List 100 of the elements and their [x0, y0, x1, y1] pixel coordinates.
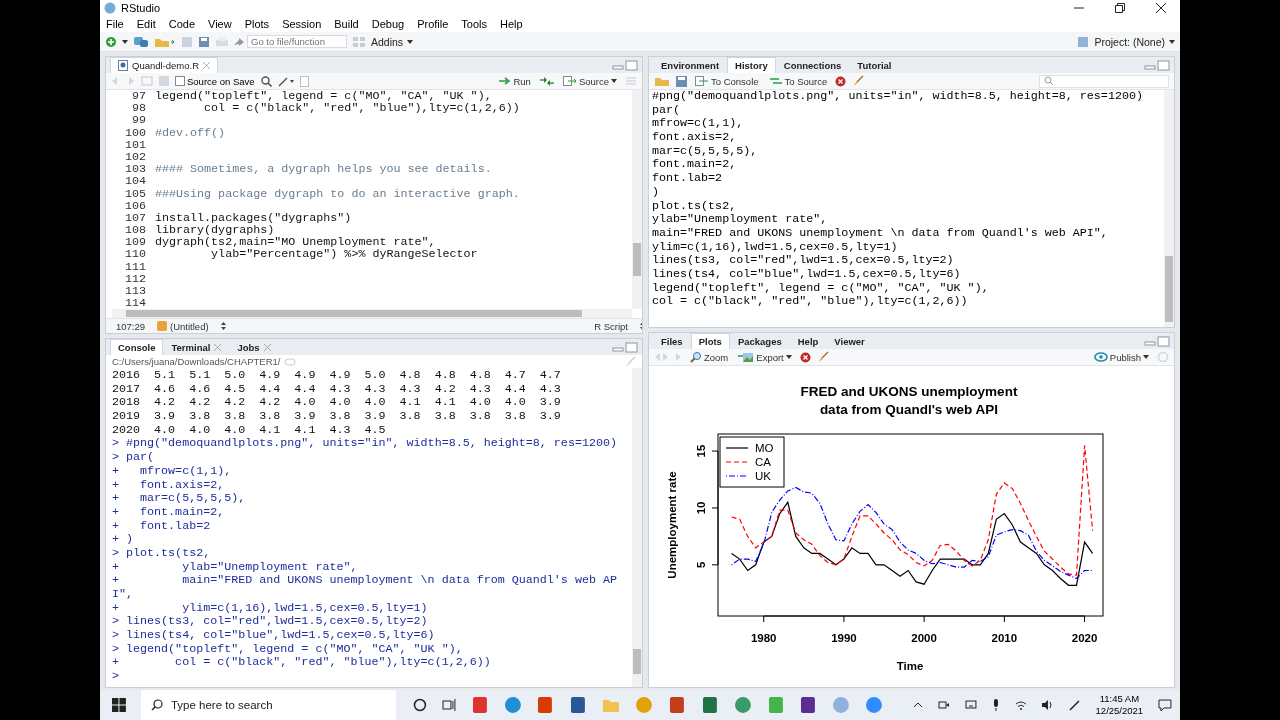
history-entry[interactable]: plot.ts(ts2,	[652, 199, 737, 214]
save-icon	[181, 35, 193, 48]
menu-item[interactable]: Help	[500, 18, 523, 30]
y-tick-label: 15	[695, 444, 707, 458]
close-icon[interactable]	[1156, 3, 1166, 13]
broom-icon[interactable]	[852, 75, 865, 87]
to-source-button[interactable]: To Source	[766, 75, 830, 87]
file-type-selector[interactable]: R Script	[594, 320, 628, 332]
to-console-button[interactable]: To Console	[693, 75, 761, 87]
menu-item[interactable]: Edit	[136, 18, 156, 30]
menu-item[interactable]: Profile	[417, 18, 449, 30]
menu-item[interactable]: Tools	[461, 18, 488, 30]
pane-tab[interactable]: Help	[789, 333, 827, 349]
checkbox[interactable]	[175, 76, 185, 86]
search-field[interactable]	[1039, 74, 1169, 88]
history-entry[interactable]: font.axis=2,	[652, 131, 737, 145]
pane-tab[interactable]: Viewer	[826, 333, 873, 349]
pen-icon[interactable]	[1068, 699, 1081, 711]
restore-icon[interactable]	[1115, 3, 1125, 13]
console-tab[interactable]: Terminal	[163, 339, 230, 355]
history-entry[interactable]: #png("demoquandlplots.png", units="in", width=8.5, height=8, res=1200)	[652, 90, 1143, 104]
code-line: #### Sometimes, a dygraph helps you see details.	[155, 163, 492, 176]
pane-size-icon[interactable]	[612, 59, 638, 71]
scrollbar[interactable]	[1164, 90, 1174, 327]
history-entry[interactable]: par(	[652, 103, 681, 118]
console-tab[interactable]: Console	[110, 339, 164, 355]
console-line: > lines(ts3, col="red",lwd=1.5,cex=0.5,lty=2)	[112, 615, 428, 630]
menu-item[interactable]: Code	[168, 18, 195, 30]
scrollbar[interactable]	[632, 90, 642, 309]
checkbox-label[interactable]: Source on Save	[187, 75, 255, 87]
notification-icon[interactable]	[1158, 699, 1173, 711]
speaker-icon[interactable]	[1041, 700, 1054, 710]
pane-tab[interactable]: Connections	[775, 57, 850, 73]
menu-item[interactable]: Plots	[244, 18, 270, 30]
save-icon[interactable]	[676, 75, 687, 87]
code-line: legend("topleft", legend = c("MO", "CA", "UK "),	[155, 90, 493, 103]
history-entry[interactable]: main="FRED and UKONS unemployment \n data from Quandl's web API",	[652, 226, 1108, 241]
caret-icon[interactable]	[122, 39, 128, 44]
export-button[interactable]: Export	[736, 351, 794, 363]
clock-time[interactable]: 11:45 AM	[1099, 693, 1140, 705]
scrollbar[interactable]	[112, 309, 632, 318]
display-icon[interactable]	[964, 700, 977, 710]
rerun-icon[interactable]	[538, 76, 555, 86]
windows-start-icon[interactable]	[112, 698, 126, 712]
microphone-icon[interactable]	[991, 699, 1000, 711]
menu-item[interactable]: View	[208, 18, 232, 30]
zoom-button[interactable]: Zoom	[688, 351, 731, 363]
pane-tab[interactable]: Tutorial	[849, 57, 900, 73]
console-tab[interactable]: Jobs	[229, 339, 279, 355]
history-entry[interactable]: font.lab=2	[652, 172, 723, 186]
task-view-icon[interactable]	[441, 698, 456, 712]
history-entry[interactable]: ylim=c(1,16),lwd=1.5,cex=0.5,lty=1)	[652, 240, 898, 255]
pane-size-icon[interactable]	[1144, 59, 1170, 71]
project-menu-button[interactable]: Project: (None)	[1094, 35, 1175, 48]
history-entry[interactable]: lines(ts4, col="blue",lwd=1.5,cex=0.5,lty=6)	[652, 267, 961, 282]
history-entry[interactable]: )	[652, 185, 659, 200]
menu-item[interactable]: File	[106, 18, 124, 30]
pane-tab[interactable]: Plots	[690, 333, 730, 349]
go-to-file-field[interactable]: Go to file/function	[247, 35, 347, 48]
menu-item[interactable]: Build	[334, 18, 359, 30]
pane-size-icon[interactable]	[1144, 335, 1170, 347]
history-entry[interactable]: mar=c(5,5,5,5),	[652, 144, 758, 159]
pane-tab[interactable]: Environment	[653, 57, 728, 73]
app-icon[interactable]	[799, 696, 818, 714]
history-entry[interactable]: mfrow=c(1,1),	[652, 117, 744, 132]
x-axis-label: Time	[896, 660, 924, 672]
history-entry[interactable]: font.main=2,	[652, 158, 737, 173]
scope-selector[interactable]: (Untitled)	[170, 320, 209, 332]
caret-up-icon[interactable]	[913, 702, 924, 708]
delete-icon[interactable]	[799, 351, 811, 363]
menu-item[interactable]: Session	[282, 18, 322, 30]
up-down-icon[interactable]	[220, 322, 226, 330]
pane-size-icon[interactable]	[612, 341, 638, 353]
save-all-icon[interactable]	[198, 35, 210, 48]
editor-tab[interactable]: Quandl-demo.R	[110, 57, 219, 73]
taskbar-search-field[interactable]: Type here to search	[140, 690, 396, 720]
line-number: 99	[130, 114, 147, 127]
run-button[interactable]: Run	[497, 75, 533, 87]
pane-tab[interactable]: Files	[653, 333, 691, 349]
circle-icon[interactable]	[412, 698, 427, 712]
history-entry[interactable]: lines(ts3, col="red",lwd=1.5,cex=0.5,lty=2)	[652, 254, 954, 268]
wand-icon[interactable]	[277, 75, 294, 87]
history-entry[interactable]: ylab="Unemployment rate",	[652, 213, 828, 227]
new-file-icon[interactable]	[105, 35, 117, 48]
clock-date[interactable]: 12/25/2021	[1095, 705, 1144, 717]
source-button[interactable]: Source	[560, 75, 619, 87]
addins-button[interactable]: Addins	[371, 35, 414, 48]
project-icon[interactable]	[133, 35, 149, 48]
menu-item[interactable]: Debug	[371, 18, 405, 30]
wifi-icon[interactable]	[1014, 700, 1027, 710]
code-line: ylab="Percentage") %>% dyRangeSelector	[210, 248, 479, 261]
search-icon[interactable]	[260, 75, 272, 87]
delete-icon[interactable]	[835, 75, 847, 87]
pane-tab[interactable]: Packages	[729, 333, 790, 349]
broom-icon[interactable]	[816, 351, 829, 363]
scrollbar[interactable]	[632, 368, 642, 687]
publish-button[interactable]: Publish	[1091, 351, 1151, 363]
history-entry[interactable]: legend("topleft", legend = c("MO", "CA", "UK "),	[652, 281, 989, 296]
history-entry[interactable]: col = c("black", "red", "blue"),lty=c(1,2,6))	[652, 295, 968, 309]
pane-tab[interactable]: History	[727, 57, 776, 73]
